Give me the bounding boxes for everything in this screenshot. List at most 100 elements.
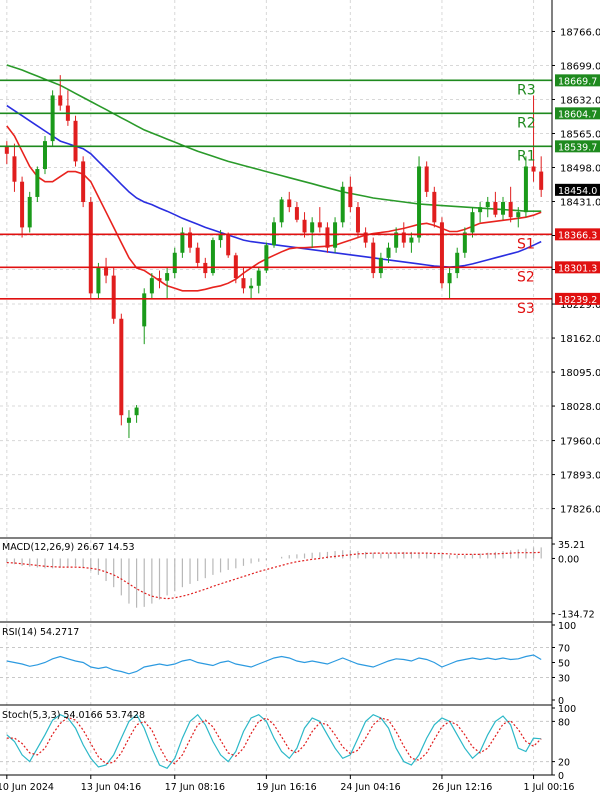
candle-body — [58, 95, 63, 106]
price-tick-label: 18699.0 — [560, 61, 600, 72]
candle-body — [447, 273, 452, 284]
chart-stage: R3 R2 R1 S1 S2 S3 MACD(12,26,9) 26.67 14.53 R… — [0, 0, 600, 793]
rsi-tick-label: 70 — [558, 644, 570, 655]
candle-body — [119, 318, 124, 416]
candle-body — [325, 227, 330, 248]
candle-body — [111, 275, 116, 319]
candle-body — [50, 95, 55, 142]
candle-body — [493, 202, 498, 215]
price-tick-label: 18498.0 — [560, 164, 600, 175]
candle-body — [104, 268, 109, 276]
level-price-tag-text: 18239.2 — [558, 295, 597, 306]
candle-body — [371, 242, 376, 274]
candle-body — [12, 156, 17, 182]
candle-body — [386, 247, 391, 258]
price-tick-label: 18028.0 — [560, 402, 600, 413]
current-price-text: 18454.0 — [558, 186, 597, 197]
candle-body — [27, 196, 32, 228]
level-label-s1: S1 — [517, 236, 535, 252]
candle-body — [126, 417, 131, 423]
candle-body — [241, 278, 246, 289]
candle-body — [195, 247, 200, 263]
candle-body — [294, 207, 299, 220]
candle-body — [88, 202, 93, 294]
price-tick-label: 17826.0 — [560, 505, 600, 516]
candle-body — [439, 222, 444, 284]
candle-body — [462, 232, 467, 253]
candle-body — [42, 141, 47, 170]
trading-chart: R3 R2 R1 S1 S2 S3 MACD(12,26,9) 26.67 14.53 R… — [0, 0, 600, 793]
price-tick-label: 17960.0 — [560, 437, 600, 448]
rsi-title: RSI(14) 54.2717 — [2, 627, 79, 638]
level-price-tag-text: 18301.3 — [558, 263, 597, 274]
candle-body — [35, 169, 40, 197]
candle-body — [256, 270, 261, 286]
time-tick-label: 17 Jun 08:16 — [165, 782, 225, 793]
candle-body — [310, 222, 315, 233]
rsi-tick-label: 100 — [558, 621, 576, 632]
candle-body — [478, 207, 483, 213]
candle-body — [96, 268, 101, 294]
level-label-r1: R1 — [517, 148, 536, 164]
candle-body — [531, 166, 536, 172]
time-tick-label: 13 Jun 04:16 — [81, 782, 141, 793]
price-tick-label: 18565.0 — [560, 129, 600, 140]
candle-body — [417, 166, 422, 238]
candle-body — [432, 191, 437, 223]
macd-title: MACD(12,26,9) 26.67 14.53 — [2, 542, 135, 553]
price-tick-label: 18766.0 — [560, 27, 600, 38]
level-price-tag-text: 18366.3 — [558, 230, 597, 241]
candle-body — [73, 120, 78, 162]
candle-body — [279, 199, 284, 223]
stoch-title: Stoch(5,3,3) 54.0166 53.7428 — [2, 710, 145, 721]
candle-body — [516, 212, 521, 218]
level-price-tag-text: 18539.7 — [558, 142, 597, 153]
candle-body — [249, 285, 254, 289]
stoch-tick-label: 0 — [558, 771, 564, 782]
time-tick-label: 26 Jun 12:16 — [432, 782, 492, 793]
candle-body — [302, 219, 307, 233]
candle-body — [4, 146, 9, 154]
candle-body — [508, 202, 513, 218]
candle-body — [149, 278, 154, 294]
stoch-tick-label: 100 — [558, 704, 576, 715]
candle-body — [485, 202, 490, 208]
time-tick-label: 1 Jul 00:16 — [524, 782, 575, 793]
candle-body — [81, 161, 86, 203]
level-label-r3: R3 — [517, 82, 536, 98]
candle-body — [218, 235, 223, 241]
candle-body — [409, 237, 414, 243]
candle-body — [348, 186, 353, 208]
candle-body — [165, 273, 170, 281]
candle-body — [287, 199, 292, 208]
macd-tick-label: 0.00 — [558, 554, 579, 565]
level-price-tag-text: 18604.7 — [558, 109, 597, 120]
rsi-tick-label: 50 — [558, 659, 570, 670]
candle-body — [172, 252, 177, 274]
candle-body — [501, 202, 506, 215]
rsi-tick-label: 30 — [558, 674, 570, 685]
candle-body — [20, 181, 25, 228]
level-label-r2: R2 — [517, 115, 536, 131]
price-tick-label: 17893.0 — [560, 471, 600, 482]
level-label-s3: S3 — [517, 301, 535, 317]
candle-body — [539, 171, 544, 190]
candle-body — [134, 407, 139, 416]
stoch-tick-label: 20 — [558, 758, 570, 769]
candle-body — [523, 166, 528, 213]
stoch-tick-label: 80 — [558, 717, 570, 728]
price-tick-label: 18162.0 — [560, 334, 600, 345]
macd-tick-label: -134.72 — [558, 610, 595, 621]
candle-body — [340, 186, 345, 223]
candle-body — [378, 257, 383, 274]
candle-body — [424, 166, 429, 192]
candle-body — [180, 232, 185, 253]
level-price-tag-text: 18669.7 — [558, 76, 597, 87]
candle-body — [157, 278, 162, 281]
price-tick-label: 18431.0 — [560, 198, 600, 209]
candle-body — [317, 222, 322, 228]
candle-body — [470, 212, 475, 233]
level-label-s2: S2 — [517, 269, 535, 285]
candle-body — [226, 235, 231, 256]
time-tick-label: 24 Jun 04:16 — [340, 782, 400, 793]
